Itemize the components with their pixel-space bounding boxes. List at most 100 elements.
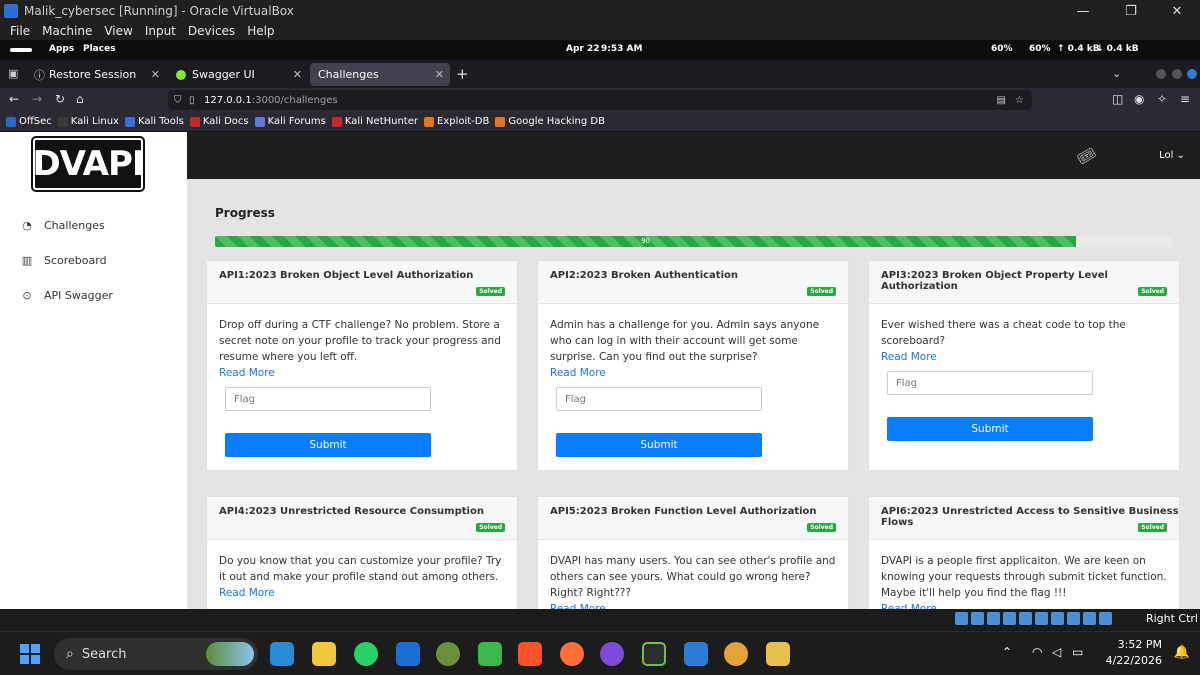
card-header: API2:2023 Broken Authentication Solved [538, 261, 848, 304]
menu-input[interactable]: Input [145, 24, 176, 38]
window-dot-icon[interactable] [1156, 69, 1166, 79]
notifications-icon[interactable]: 🔔 [1174, 645, 1190, 660]
net-download: ↓ 0.4 kB [1096, 44, 1139, 54]
whatsapp-icon[interactable] [354, 642, 378, 666]
bookmark-kali-tools[interactable]: Kali Tools [124, 116, 184, 127]
read-more-link[interactable]: Read More [219, 585, 505, 601]
tor-browser-icon[interactable] [600, 642, 624, 666]
menu-devices[interactable]: Devices [188, 24, 235, 38]
firefox-icon[interactable] [560, 642, 584, 666]
tab-list-icon[interactable]: ▣ [8, 67, 18, 80]
close-button[interactable]: ✕ [1154, 0, 1200, 22]
close-tab-icon[interactable]: ✕ [435, 68, 444, 81]
file-explorer-icon[interactable] [312, 642, 336, 666]
shared-folder-icon[interactable] [1035, 612, 1048, 625]
menu-help[interactable]: Help [247, 24, 274, 38]
lock-app-icon[interactable] [478, 642, 502, 666]
menu-view[interactable]: View [104, 24, 132, 38]
tab-swagger-ui[interactable]: Swagger UI ✕ [168, 63, 308, 86]
address-bar[interactable]: ⛉ ▯ 127.0.0.1:3000/challenges ▤ ☆ [168, 90, 1032, 110]
page-icon[interactable]: ▯ [189, 95, 195, 106]
minimize-button[interactable]: — [1060, 0, 1106, 22]
status-badge: Solved [1138, 287, 1167, 296]
close-tab-icon[interactable]: ✕ [151, 68, 160, 81]
maximize-button[interactable]: ❐ [1108, 0, 1154, 22]
submit-button[interactable]: Submit [556, 433, 762, 457]
vm-statusbar: Right Ctrl [0, 609, 1200, 631]
card-body: Ever wished there was a cheat code to to… [869, 304, 1179, 441]
disk-icon[interactable] [955, 612, 968, 625]
network-icon[interactable] [1003, 612, 1016, 625]
reload-icon[interactable]: ↻ [55, 92, 65, 106]
bookmark-offsec[interactable]: OffSec [6, 116, 52, 127]
flag-input[interactable]: Flag [556, 387, 762, 411]
submit-button[interactable]: Submit [887, 417, 1093, 441]
bookmark-exploit-db[interactable]: Exploit-DB [424, 116, 489, 127]
account-icon[interactable]: ◉ [1134, 92, 1144, 106]
workspace-indicator-icon[interactable] [10, 48, 32, 52]
tab-challenges[interactable]: Challenges ✕ [310, 63, 450, 86]
bookmark-kali-forums[interactable]: Kali Forums [254, 116, 326, 127]
sidebar-item-challenges[interactable]: ◔ Challenges [20, 219, 105, 232]
vscode-icon[interactable] [270, 642, 294, 666]
sidebar-item-scoreboard[interactable]: ▥ Scoreboard [20, 254, 107, 267]
bookmark-kali-nethunter[interactable]: Kali NetHunter [331, 116, 418, 127]
tab-restore-session[interactable]: ⓘ Restore Session ✕ [26, 63, 166, 86]
menu-file[interactable]: File [10, 24, 30, 38]
user-menu[interactable]: Lol ⌄ [1159, 150, 1185, 161]
bookmark-star-icon[interactable]: ☆ [1015, 95, 1024, 106]
sidebar-item-api-swagger[interactable]: ⊙ API Swagger [20, 289, 112, 302]
read-more-link[interactable]: Read More [881, 349, 1167, 365]
read-more-link[interactable]: Read More [550, 365, 836, 381]
apps-menu[interactable]: Apps [49, 44, 74, 54]
back-icon[interactable]: ← [9, 92, 19, 106]
forward-icon[interactable]: → [32, 92, 42, 106]
outlook-icon[interactable] [396, 642, 420, 666]
chrome-canary-icon[interactable] [436, 642, 460, 666]
flag-input[interactable]: Flag [887, 371, 1093, 395]
menu-machine[interactable]: Machine [42, 24, 92, 38]
swagger-icon [176, 69, 186, 80]
extensions-icon[interactable]: ✧ [1157, 92, 1167, 106]
shield-icon[interactable]: ⛉ [174, 95, 182, 106]
battery-icon[interactable]: ▭ [1072, 645, 1083, 659]
wifi-icon[interactable]: ◠ [1032, 645, 1042, 659]
places-menu[interactable]: Places [83, 44, 116, 54]
new-tab-button[interactable]: + [456, 65, 469, 83]
app-menu-icon[interactable]: ≡ [1180, 92, 1190, 106]
dvapi-logo[interactable]: DVAPI [31, 136, 145, 192]
display-icon[interactable] [1051, 612, 1064, 625]
search-box[interactable]: ⌕ Search [54, 638, 258, 670]
read-more-link[interactable]: Read More [219, 365, 505, 381]
pocket-icon[interactable]: ◫ [1112, 92, 1123, 106]
tray-overflow-icon[interactable]: ⌃ [1002, 645, 1012, 659]
tab-overflow-icon[interactable]: ⌄ [1112, 67, 1121, 80]
chrome-icon[interactable] [724, 642, 748, 666]
ticket-icon[interactable]: 🎟 [1074, 143, 1099, 168]
cpu-icon[interactable] [1083, 612, 1096, 625]
volume-icon[interactable]: ◁ [1052, 645, 1061, 659]
recording-icon[interactable] [1067, 612, 1080, 625]
virtualbox-taskbar-icon[interactable] [684, 642, 708, 666]
start-icon[interactable] [20, 644, 40, 664]
read-more-link[interactable]: Read More [881, 601, 1167, 609]
bookmark-kali-linux[interactable]: Kali Linux [57, 116, 119, 127]
window-dot-icon[interactable] [1187, 69, 1197, 79]
reader-view-icon[interactable]: ▤ [997, 95, 1006, 106]
home-icon[interactable]: ⌂ [76, 92, 84, 106]
notes-app-icon[interactable] [766, 642, 790, 666]
bookmark-ghdb[interactable]: Google Hacking DB [495, 116, 605, 127]
mouse-icon[interactable] [1099, 612, 1112, 625]
bookmark-kali-docs[interactable]: Kali Docs [189, 116, 249, 127]
close-tab-icon[interactable]: ✕ [293, 68, 302, 81]
brave-icon[interactable] [518, 642, 542, 666]
flag-input[interactable]: Flag [225, 387, 431, 411]
submit-button[interactable]: Submit [225, 433, 431, 457]
window-dot-icon[interactable] [1172, 69, 1182, 79]
usb-icon[interactable] [1019, 612, 1032, 625]
vs-icon[interactable] [642, 642, 666, 666]
optical-icon[interactable] [971, 612, 984, 625]
read-more-link[interactable]: Read More [550, 601, 836, 609]
audio-icon[interactable] [987, 612, 1000, 625]
system-clock[interactable]: 3:52 PM 4/22/2026 [1106, 637, 1162, 669]
